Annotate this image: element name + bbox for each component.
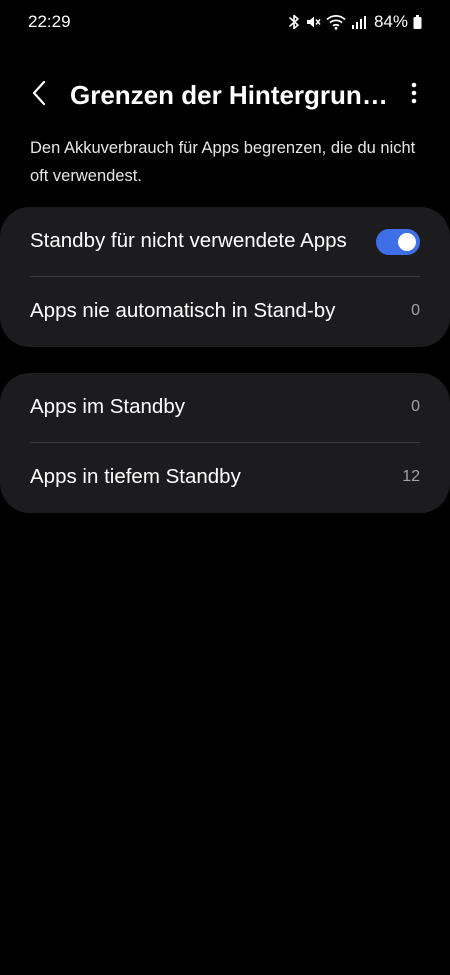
page-description: Den Akkuverbrauch für Apps begrenzen, di… [30,139,416,185]
chevron-left-icon [30,80,48,111]
never-auto-standby-row[interactable]: Apps nie automatisch in Stand-by 0 [0,277,450,347]
standby-unused-apps-toggle[interactable] [376,229,420,255]
standby-unused-apps-row[interactable]: Standby für nicht verwendete Apps [0,207,450,277]
more-options-button[interactable] [404,78,424,112]
status-time: 22:29 [28,12,71,31]
page-title: Grenzen der Hintergrun… [70,80,388,110]
row-label: Apps nie automatisch in Stand-by [30,299,336,322]
apps-in-standby-row[interactable]: Apps im Standby 0 [0,373,450,443]
row-count: 12 [402,468,420,485]
status-bar: 22:29 84% [0,0,450,44]
battery-percent: 84% [373,12,408,31]
app-bar: Grenzen der Hintergrun… [0,70,450,120]
more-vertical-icon [411,82,417,109]
battery-icon [413,14,422,30]
back-button[interactable] [22,78,56,112]
row-count: 0 [411,398,420,415]
wifi-icon [326,14,346,30]
row-label: Apps in tiefem Standby [30,465,241,488]
signal-icon [351,14,367,30]
row-count: 0 [411,302,420,319]
row-label: Apps im Standby [30,395,185,418]
bluetooth-icon [288,14,300,30]
settings-group-1: Standby für nicht verwendete Apps Apps n… [0,207,450,347]
settings-group-2: Apps im Standby 0 Apps in tiefem Standby… [0,373,450,513]
status-icons: 84% [288,10,422,34]
mute-icon [305,14,321,30]
row-label: Standby für nicht verwendete Apps [30,229,347,252]
toggle-knob [398,233,416,251]
apps-in-deep-standby-row[interactable]: Apps in tiefem Standby 12 [0,443,450,513]
